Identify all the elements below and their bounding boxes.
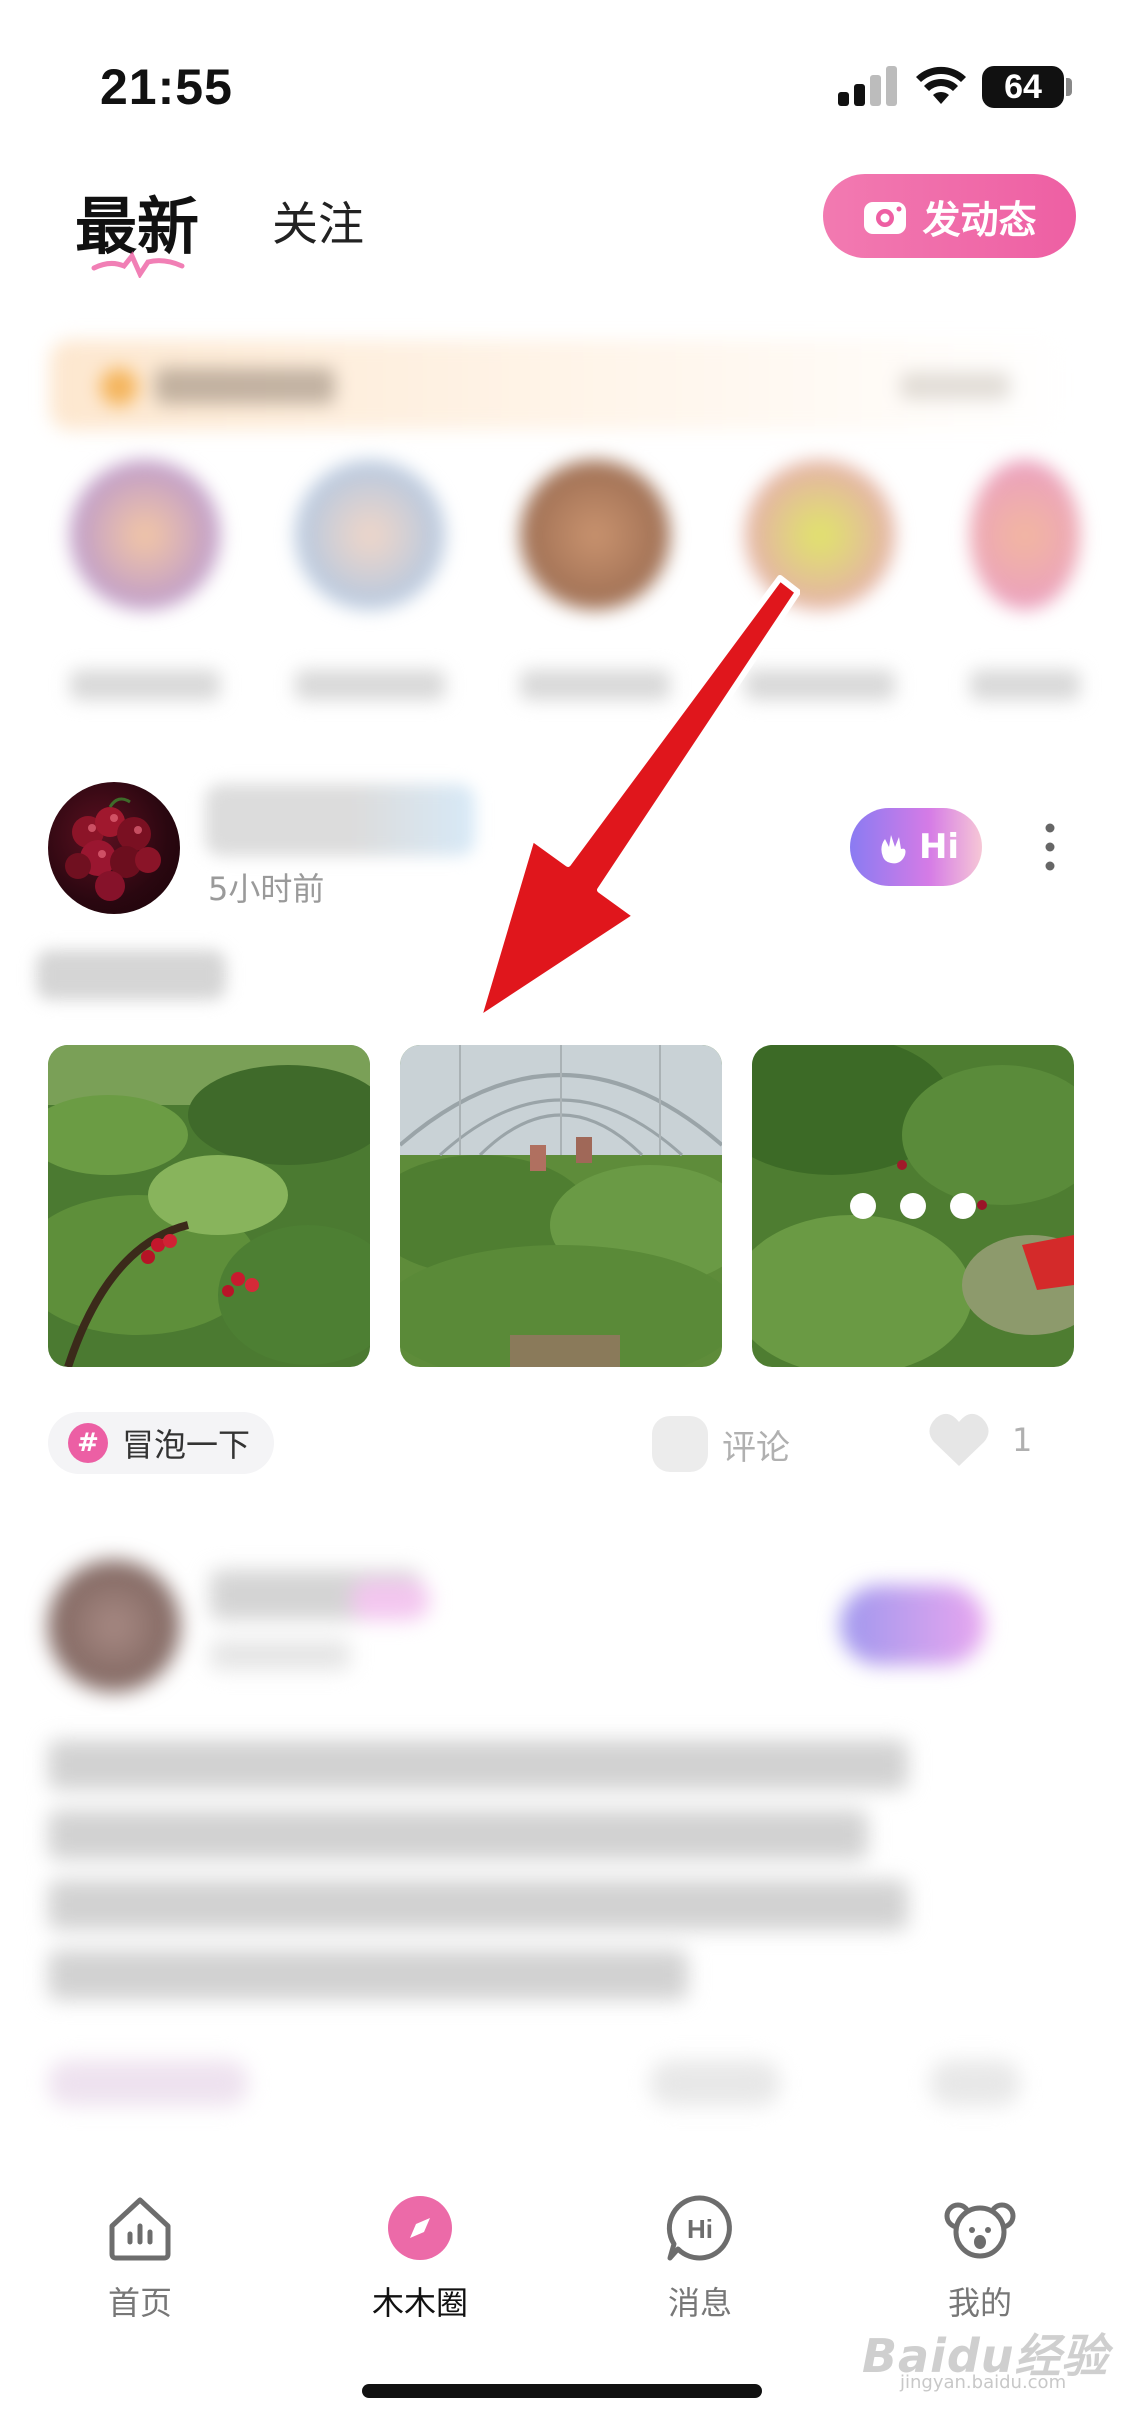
like-button[interactable]: 1	[928, 1412, 1032, 1468]
comment-button[interactable]: 评论	[652, 1416, 790, 1472]
next-post-avatar	[48, 1560, 180, 1692]
more-dot	[900, 1193, 926, 1219]
more-photos-indicator	[752, 1045, 1074, 1367]
recommended-avatar[interactable]	[970, 460, 1080, 610]
greenhouse-photo	[400, 1045, 722, 1367]
cherry-tree-photo	[48, 1045, 370, 1367]
next-post-tag	[350, 1580, 430, 1620]
nav-messages[interactable]: Hi 消息	[600, 2192, 800, 2324]
post-text-blurred	[36, 950, 226, 1000]
recommended-avatar[interactable]	[70, 460, 220, 610]
topic-tag[interactable]: # 冒泡一下	[48, 1412, 275, 1474]
recommended-name-blurred	[295, 670, 445, 700]
nav-profile[interactable]: 我的	[880, 2192, 1080, 2324]
next-post-like	[930, 2060, 1020, 2106]
post-author-name-blurred[interactable]	[205, 784, 475, 856]
post-moment-button[interactable]: 发动态	[823, 174, 1076, 258]
say-hi-button[interactable]: Hi	[850, 808, 982, 886]
post-photo[interactable]	[400, 1045, 722, 1367]
wave-hand-icon	[881, 835, 906, 864]
svg-text:Hi: Hi	[687, 2214, 713, 2244]
next-post-text-line	[48, 1740, 908, 1790]
recommended-name-blurred	[70, 670, 220, 700]
next-post-sub	[210, 1640, 350, 1670]
watermark-url: jingyan.baidu.com	[900, 2372, 1067, 2393]
active-tab-indicator	[91, 251, 185, 278]
recommended-name-blurred	[970, 670, 1080, 700]
screen: 21:55 64 最新 关注 发动态 5小时前 Hi # 冒泡一下 评论 1 首…	[0, 0, 1125, 2436]
like-count: 1	[1012, 1421, 1033, 1459]
next-post-text-line	[48, 1810, 868, 1860]
post-photo[interactable]	[48, 1045, 370, 1367]
next-post-blurred	[0, 1540, 1125, 2120]
nav-home-label: 首页	[107, 2284, 172, 2322]
post-moment-label: 发动态	[922, 197, 1037, 242]
post-photo-more[interactable]	[752, 1045, 1074, 1367]
recommend-title-blurred	[155, 368, 335, 404]
tab-follow[interactable]: 关注	[272, 188, 364, 254]
next-post-topic	[48, 2060, 248, 2106]
home-chart-icon	[109, 2197, 171, 2261]
nav-circle[interactable]: 木木圈	[320, 2192, 520, 2324]
wifi-icon	[916, 66, 966, 104]
cellular-signal-icon	[838, 66, 897, 106]
next-post-text-line	[48, 1880, 908, 1930]
cherries-avatar-image	[65, 797, 161, 901]
hashtag-icon: #	[68, 1423, 108, 1463]
nav-profile-label: 我的	[947, 2284, 1012, 2322]
recommend-badge-icon	[100, 368, 138, 406]
next-post-comment	[650, 2060, 780, 2106]
recommend-more-blurred	[900, 372, 1010, 400]
next-post-hi	[840, 1585, 985, 1665]
koala-icon	[944, 2202, 1016, 2259]
comment-icon	[652, 1416, 708, 1472]
recommended-avatar[interactable]	[295, 460, 445, 610]
post-time: 5小时前	[208, 870, 325, 908]
more-dot	[850, 1193, 876, 1219]
topic-tag-label: 冒泡一下	[122, 1426, 251, 1464]
nav-messages-label: 消息	[667, 2284, 732, 2322]
say-hi-label: Hi	[918, 827, 960, 867]
nav-home[interactable]: 首页	[40, 2192, 240, 2324]
post-author-avatar[interactable]	[48, 782, 180, 914]
home-indicator[interactable]	[362, 2384, 762, 2398]
camera-icon	[864, 202, 907, 234]
comment-label: 评论	[722, 1427, 790, 1468]
status-time: 21:55	[100, 59, 233, 115]
battery-indicator: 64	[982, 66, 1064, 108]
hi-bubble-icon: Hi	[666, 2195, 732, 2261]
heart-icon	[929, 1413, 989, 1466]
red-arrow-annotation	[475, 575, 800, 1023]
compass-icon	[388, 2196, 452, 2260]
nav-circle-label: 木木圈	[371, 2284, 468, 2322]
more-options-icon[interactable]	[1042, 822, 1058, 872]
battery-cap	[1066, 78, 1072, 96]
next-post-text-line	[48, 1950, 688, 2000]
more-dot	[950, 1193, 976, 1219]
